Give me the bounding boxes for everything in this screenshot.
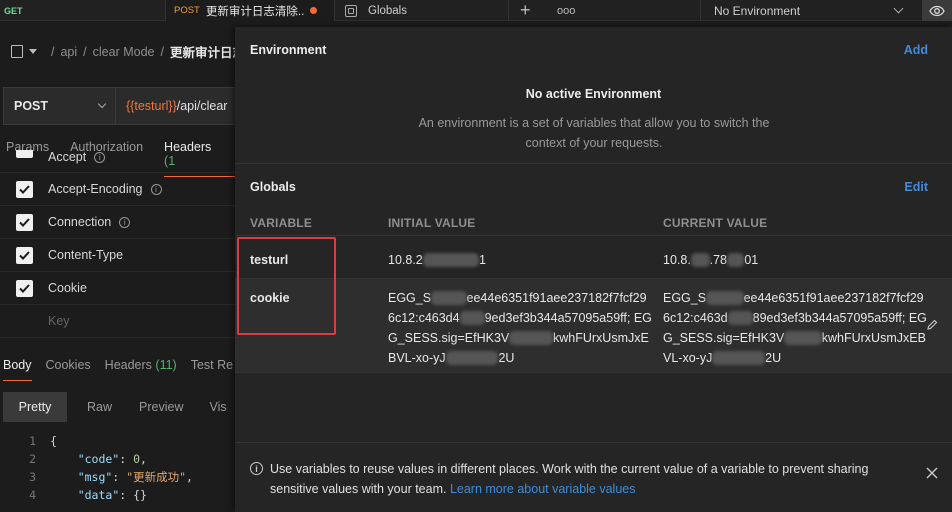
learn-more-link[interactable]: Learn more about variable values — [450, 482, 636, 496]
variable-current-value: EGG_SESSxxee44e6351f91aee237182f7fcf296c… — [663, 291, 927, 365]
tab-globals-label: Globals — [368, 4, 407, 17]
request-panel: / api / clear Mode / 更新审计日志清 POST {{test… — [0, 22, 258, 512]
header-key: Connection — [48, 215, 112, 229]
code-line: 4 "data": {} — [29, 488, 147, 502]
tab-method-get: GET — [4, 5, 23, 16]
variable-initial-value: EGG_SSSxxxee44e6351f91aee237182f7fcf296c… — [388, 291, 652, 365]
checkmark-icon — [19, 283, 30, 293]
response-body: 1{ 2 "code": 0, 3 "msg": "更新成功", 4 "data… — [0, 432, 193, 504]
breadcrumb-item-api[interactable]: api — [60, 45, 77, 59]
environment-panel: Environment Add No active Environment An… — [235, 27, 952, 512]
tab-body[interactable]: Body — [3, 358, 32, 381]
environment-select[interactable]: No Environment — [700, 0, 912, 21]
url-variable: {{testurl}} — [126, 99, 177, 113]
info-icon: i — [150, 183, 162, 195]
add-environment-link[interactable]: Add — [904, 43, 928, 57]
variable-initial-value: 10.8.2xxxx78:301 — [388, 253, 486, 267]
environment-title: Environment — [250, 43, 327, 57]
tab-raw[interactable]: Raw — [87, 400, 112, 414]
checkmark-icon — [19, 217, 30, 227]
variables-table-header: VARIABLE INITIAL VALUE CURRENT VALUE — [235, 210, 952, 236]
column-initial-value: INITIAL VALUE — [388, 216, 476, 230]
info-icon: i — [94, 151, 106, 163]
edit-globals-link[interactable]: Edit — [904, 180, 928, 194]
variable-row-testurl[interactable]: testurl 10.8.2xxxx78:301 10.8.xxx.78:300… — [235, 241, 952, 279]
code-line: 1{ — [29, 434, 57, 448]
header-row: Content-Type — [0, 239, 236, 272]
info-icon: i — [119, 216, 131, 228]
tab-preview[interactable]: Preview — [139, 400, 183, 414]
chevron-down-icon — [893, 3, 904, 14]
variables-info-banner: i Use variables to reuse values in diffe… — [235, 442, 952, 512]
banner-text: Use variables to reuse values in differe… — [270, 462, 869, 496]
info-icon: i — [250, 462, 263, 475]
tab-get-request[interactable]: GET — [0, 0, 165, 21]
header-key: Accept — [48, 150, 87, 164]
more-tabs-button[interactable]: ooo — [557, 0, 575, 21]
eye-icon — [929, 5, 945, 16]
header-checkbox[interactable] — [16, 180, 33, 198]
breadcrumb: / api / clear Mode / 更新审计日志清 — [11, 42, 258, 61]
header-row: Accept i — [0, 150, 236, 173]
no-environment-description: An environment is a set of variables tha… — [418, 116, 770, 150]
variable-current-value: 10.8.xxx.78:3001 — [663, 253, 759, 267]
method-select[interactable]: POST — [3, 87, 116, 125]
checkmark-icon — [19, 250, 30, 260]
tab-post-request[interactable]: POST 更新审计日志清除... — [165, 0, 335, 21]
breadcrumb-item-folder[interactable]: clear Mode — [93, 45, 155, 59]
tab-pretty[interactable]: Pretty — [3, 391, 67, 422]
pencil-icon[interactable] — [926, 319, 938, 331]
tab-title: 更新审计日志清除... — [205, 5, 304, 18]
method-select-label: POST — [14, 99, 49, 113]
header-row: Cookie — [0, 272, 236, 305]
checkmark-icon — [19, 184, 30, 194]
environment-quick-look-button[interactable] — [922, 0, 952, 21]
url-path: /api/clear — [176, 99, 228, 113]
plus-icon: + — [520, 0, 531, 20]
header-key: Accept-Encoding — [48, 182, 143, 196]
caret-down-icon[interactable] — [29, 49, 37, 54]
divider — [235, 163, 952, 164]
header-key-input[interactable]: Key — [0, 305, 236, 338]
tab-response-headers[interactable]: Headers (11) — [105, 358, 177, 372]
code-line: 3 "msg": "更新成功", — [29, 470, 193, 484]
tab-bar: GET POST 更新审计日志清除... Globals + ooo No En… — [0, 0, 952, 21]
header-checkbox[interactable] — [16, 150, 33, 158]
tab-cookies[interactable]: Cookies — [46, 358, 91, 372]
header-checkbox[interactable] — [16, 213, 33, 231]
format-tabs: Pretty Raw Preview Vis — [0, 390, 240, 423]
tab-globals[interactable]: Globals — [335, 0, 509, 21]
column-variable: VARIABLE — [250, 216, 313, 230]
code-line: 2 "code": 0, — [29, 452, 147, 466]
header-checkbox[interactable] — [16, 279, 33, 297]
column-current-value: CURRENT VALUE — [663, 216, 768, 230]
environment-select-label: No Environment — [714, 3, 801, 18]
globals-title: Globals — [250, 180, 296, 194]
header-key: Cookie — [48, 281, 87, 295]
no-environment-title: No active Environment — [525, 87, 662, 101]
request-doc-icon — [11, 45, 23, 58]
tab-test-results[interactable]: Test Re — [191, 358, 233, 372]
variable-row-cookie[interactable]: cookie EGG_SSSxxxee44e6351f91aee237182f7… — [235, 279, 952, 373]
highlight-annotation — [237, 237, 336, 335]
header-checkbox[interactable] — [16, 246, 33, 264]
globals-icon — [345, 4, 357, 17]
header-key: Content-Type — [48, 248, 124, 262]
url-input[interactable]: {{testurl}}/api/clear — [116, 87, 243, 125]
headers-table: Accept i Accept-Encoding i Connection i … — [0, 150, 236, 338]
header-row: Accept-Encoding i — [0, 173, 236, 206]
unsaved-dot-icon — [309, 7, 317, 14]
tab-visualize[interactable]: Vis — [209, 400, 226, 414]
chevron-down-icon — [97, 99, 107, 109]
new-tab-button[interactable]: + — [520, 0, 531, 21]
tab-method-post: POST — [174, 5, 200, 16]
response-tabs: Body Cookies Headers (11) Test Re — [3, 358, 247, 381]
url-bar: POST {{testurl}}/api/clear — [3, 87, 243, 125]
close-icon[interactable] — [926, 467, 938, 479]
more-icon: ooo — [557, 4, 576, 17]
header-row: Connection i — [0, 206, 236, 239]
